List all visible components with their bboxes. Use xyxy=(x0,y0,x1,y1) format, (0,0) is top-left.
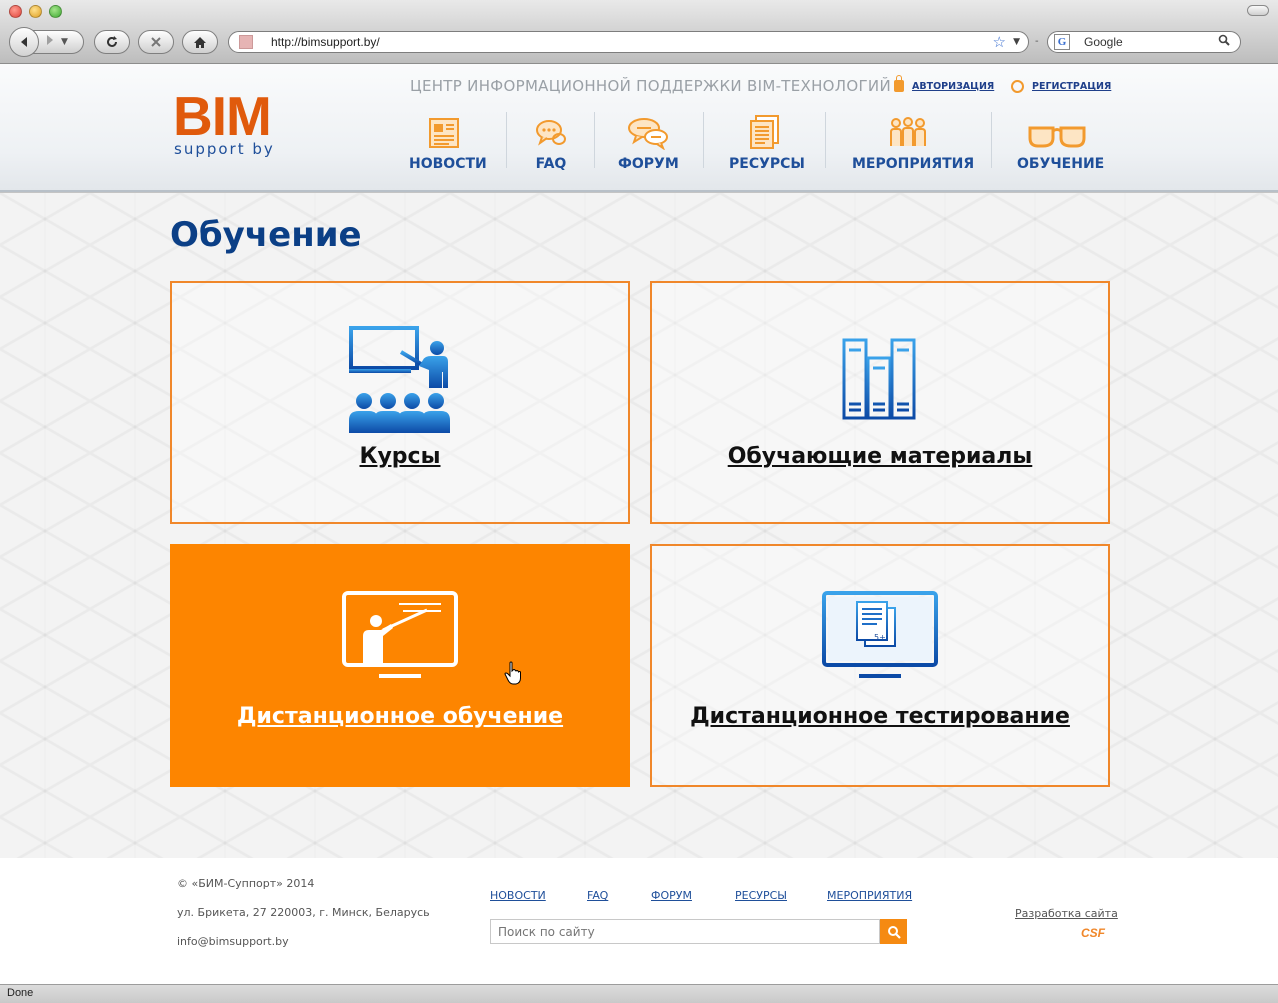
tile-label-courses[interactable]: Курсы xyxy=(172,444,628,469)
tile-distance-testing[interactable]: 5+ Дистанционное тестирование xyxy=(650,544,1110,787)
tile-learning-materials[interactable]: Обучающие материалы xyxy=(650,281,1110,524)
page-title: Обучение xyxy=(170,215,362,255)
auth-label[interactable]: АВТОРИЗАЦИЯ xyxy=(912,81,994,92)
distance-testing-icon: 5+ xyxy=(652,590,1108,682)
nav-label-forum[interactable]: ФОРУМ xyxy=(618,156,679,172)
forward-button[interactable] xyxy=(45,34,55,50)
question-bubble-icon xyxy=(529,110,573,150)
footer-link-forum[interactable]: ФОРУМ xyxy=(651,889,692,902)
search-magnifier-icon[interactable] xyxy=(1218,34,1230,50)
google-engine-icon[interactable]: G xyxy=(1054,34,1070,50)
browser-status-bar: Done xyxy=(0,984,1278,1003)
auth-link[interactable]: АВТОРИЗАЦИЯ xyxy=(894,75,994,92)
window-controls xyxy=(9,5,62,18)
status-text: Done xyxy=(7,987,34,999)
nav-divider xyxy=(594,112,595,168)
nav-item-resources[interactable]: РЕСУРСЫ xyxy=(729,110,805,172)
site-favicon-icon xyxy=(239,35,253,49)
stop-icon xyxy=(151,37,161,47)
developer-link[interactable]: Разработка сайта xyxy=(1015,907,1118,920)
lock-icon xyxy=(894,75,904,92)
binders-icon xyxy=(652,338,1108,420)
address-bar[interactable]: http://bimsupport.by/ ☆ ▼ xyxy=(228,31,1029,53)
user-icon xyxy=(1011,80,1024,93)
site-logo-subtitle[interactable]: support by xyxy=(174,140,275,158)
chat-bubbles-icon xyxy=(618,110,678,150)
nav-divider xyxy=(506,112,507,168)
browser-search-field[interactable]: G Google xyxy=(1047,31,1241,53)
nav-item-events[interactable]: МЕРОПРИЯТИЯ xyxy=(852,110,974,172)
history-dropdown-icon[interactable]: ▼ xyxy=(61,37,68,47)
back-forward-group: ▼ xyxy=(9,27,84,57)
site-tagline: ЦЕНТР ИНФОРМАЦИОННОЙ ПОДДЕРЖКИ BIM-ТЕХНО… xyxy=(410,77,891,95)
classroom-icon xyxy=(172,326,628,434)
developer-logo[interactable]: CSF xyxy=(1081,926,1105,940)
nav-label-events[interactable]: МЕРОПРИЯТИЯ xyxy=(852,156,974,172)
nav-label-faq[interactable]: FAQ xyxy=(529,156,573,172)
footer-address: ул. Брикета, 27 220003, г. Минск, Белару… xyxy=(177,906,430,919)
tile-label-distance-testing[interactable]: Дистанционное тестирование xyxy=(652,704,1108,729)
back-button[interactable] xyxy=(9,27,39,57)
newspaper-icon xyxy=(409,110,479,150)
nav-divider xyxy=(703,112,704,168)
register-link[interactable]: РЕГИСТРАЦИЯ xyxy=(1011,80,1111,93)
distance-teaching-icon xyxy=(172,590,628,682)
minimize-window-button[interactable] xyxy=(29,5,42,18)
nav-item-forum[interactable]: ФОРУМ xyxy=(618,110,679,172)
home-button[interactable] xyxy=(182,30,218,54)
nav-divider xyxy=(991,112,992,168)
footer-link-events[interactable]: МЕРОПРИЯТИЯ xyxy=(827,889,912,902)
search-icon xyxy=(887,925,901,939)
tile-distance-learning[interactable]: Дистанционное обучение xyxy=(170,544,630,787)
documents-icon xyxy=(729,110,799,150)
tile-label-distance-learning[interactable]: Дистанционное обучение xyxy=(172,704,628,729)
glasses-icon xyxy=(1017,110,1097,150)
register-label[interactable]: РЕГИСТРАЦИЯ xyxy=(1032,81,1111,92)
footer-email[interactable]: info@bimsupport.by xyxy=(177,935,289,948)
site-logo[interactable]: BIM xyxy=(173,89,272,144)
hand-cursor-icon xyxy=(504,661,522,689)
stop-button[interactable] xyxy=(138,30,174,54)
bookmark-star-icon[interactable]: ☆ xyxy=(993,33,1006,51)
nav-label-resources[interactable]: РЕСУРСЫ xyxy=(729,156,805,172)
reload-button[interactable] xyxy=(94,30,130,54)
close-window-button[interactable] xyxy=(9,5,22,18)
toolbar-toggle-button[interactable] xyxy=(1247,5,1269,16)
back-arrow-icon xyxy=(21,37,27,47)
toolbar-separator: - xyxy=(1035,36,1039,47)
footer-copyright: © «БИМ-Суппорт» 2014 xyxy=(177,877,315,890)
footer-link-news[interactable]: НОВОСТИ xyxy=(490,889,546,902)
browser-toolbar: ▼ http://bimsupport.by/ ☆ ▼ - G Google xyxy=(0,0,1278,64)
tile-courses[interactable]: Курсы xyxy=(170,281,630,524)
footer-link-faq[interactable]: FAQ xyxy=(587,889,608,902)
search-engine-label: Google xyxy=(1084,35,1123,49)
nav-label-news[interactable]: НОВОСТИ xyxy=(409,156,487,172)
url-history-dropdown-icon[interactable]: ▼ xyxy=(1013,37,1020,47)
home-icon xyxy=(194,36,206,48)
footer-search-button[interactable] xyxy=(880,919,907,944)
footer-link-resources[interactable]: РЕСУРСЫ xyxy=(735,889,787,902)
zoom-window-button[interactable] xyxy=(49,5,62,18)
nav-divider xyxy=(825,112,826,168)
nav-label-education[interactable]: ОБУЧЕНИЕ xyxy=(1017,156,1104,172)
nav-item-news[interactable]: НОВОСТИ xyxy=(409,110,487,172)
people-icon xyxy=(852,110,964,150)
nav-item-faq[interactable]: FAQ xyxy=(529,110,573,172)
footer-search-input[interactable] xyxy=(490,919,880,944)
reload-icon xyxy=(107,36,117,47)
nav-item-education[interactable]: ОБУЧЕНИЕ xyxy=(1017,110,1104,172)
url-text[interactable]: http://bimsupport.by/ xyxy=(271,35,380,49)
forward-arrow-icon xyxy=(47,35,53,45)
svg-text:5+: 5+ xyxy=(874,633,886,642)
tile-label-learning-materials[interactable]: Обучающие материалы xyxy=(652,444,1108,469)
